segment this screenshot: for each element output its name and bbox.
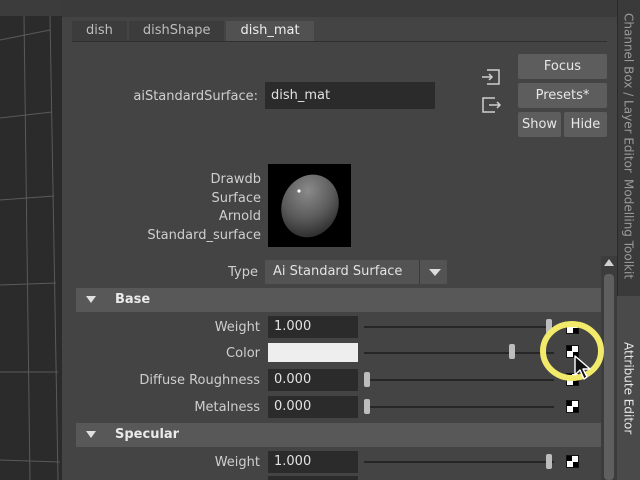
dropdown-arrow-icon [429,269,441,276]
swatch-label-line: Surface [211,190,261,206]
swatch-label-line: Drawdb [210,172,261,187]
swatch-label: Drawdb Surface Arnold Standard_surface [140,171,261,245]
specular-weight-slider-handle[interactable] [546,454,552,469]
material-swatch[interactable] [268,164,351,247]
tab-dish-mat[interactable]: dish_mat [226,21,314,41]
tab-modelling-toolkit[interactable]: Modelling Toolkit [617,168,640,290]
focus-button[interactable]: Focus [518,54,607,79]
node-type-label: aiStandardSurface: [133,89,258,104]
node-tabs: dish dishShape dish_mat [72,21,316,41]
presets-button[interactable]: Presets* [518,83,607,108]
mouse-cursor-icon [574,355,592,381]
collapse-triangle-icon [86,296,96,303]
base-color-slider-handle[interactable] [509,344,515,359]
metalness-label: Metalness [194,400,260,415]
base-color-label: Color [226,346,260,361]
type-label: Type [228,265,258,280]
diffuse-roughness-slider[interactable] [364,379,554,381]
swatch-label-line: Standard_surface [147,227,261,243]
diffuse-roughness-field[interactable]: 0.000 [268,369,358,391]
section-base[interactable]: Base [76,288,601,312]
map-button-icon[interactable] [566,455,579,468]
collapse-triangle-icon [86,431,96,438]
metalness-field[interactable]: 0.000 [268,396,358,418]
base-weight-slider[interactable] [364,326,554,328]
specular-weight-slider[interactable] [364,461,554,463]
type-dropdown-value: Ai Standard Surface [273,264,403,279]
tab-dishshape[interactable]: dishShape [128,21,225,41]
diffuse-roughness-slider-handle[interactable] [364,372,370,387]
save-node-icon[interactable] [480,96,502,114]
tab-divider [72,41,607,42]
next-row-field[interactable] [268,476,358,480]
show-button[interactable]: Show [518,112,561,137]
type-dropdown[interactable]: Ai Standard Surface [265,260,447,284]
map-button-icon[interactable] [566,400,579,413]
base-color-slider[interactable] [364,352,554,354]
node-name-field[interactable]: dish_mat [265,82,435,109]
viewport-panel[interactable] [0,0,63,480]
dropdown-divider [419,260,420,284]
swatch-label-line: Arnold [218,209,261,224]
tab-attribute-editor[interactable]: Attribute Editor [617,296,640,480]
specular-weight-field[interactable]: 1.000 [268,451,358,473]
base-weight-label: Weight [214,320,260,335]
hide-button[interactable]: Hide [564,112,607,137]
metalness-slider-handle[interactable] [364,399,370,414]
section-specular[interactable]: Specular [76,423,601,447]
section-title: Specular [115,427,180,442]
load-node-icon[interactable] [480,68,502,86]
panel-header-bar [62,0,617,17]
section-title: Base [115,292,151,307]
tab-dish[interactable]: dish [72,21,127,41]
diffuse-roughness-label: Diffuse Roughness [139,373,260,388]
tab-channel-box-layer-editor[interactable]: Channel Box / Layer Editor [617,13,640,173]
viewport-grid [0,15,61,480]
specular-weight-label: Weight [214,455,260,470]
metalness-slider[interactable] [364,406,554,408]
base-weight-field[interactable]: 1.000 [268,316,358,338]
scroll-up-arrow-icon[interactable] [604,259,614,266]
base-color-swatch[interactable] [268,343,358,362]
